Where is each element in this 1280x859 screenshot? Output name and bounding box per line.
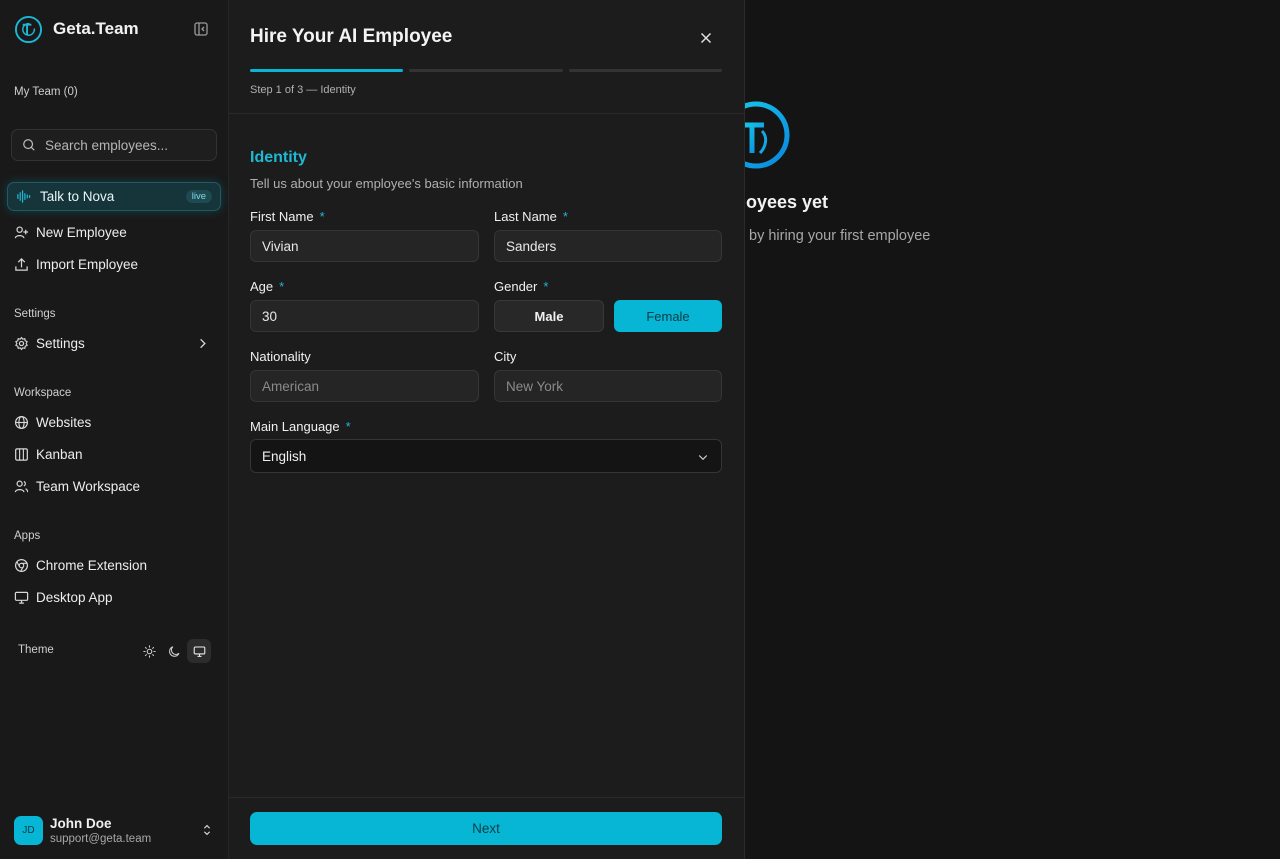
age-input[interactable] <box>250 300 479 332</box>
progress-step-2 <box>409 69 563 72</box>
talk-to-nova-label: Talk to Nova <box>40 189 115 204</box>
chevron-right-icon <box>200 338 206 349</box>
sidebar-item-kanban[interactable]: Kanban <box>14 443 214 465</box>
sidebar-item-desktop-app[interactable]: Desktop App <box>14 586 214 608</box>
user-name: John Doe <box>50 816 112 831</box>
city-label: City <box>494 349 517 364</box>
last-name-label: Last Name * <box>494 209 568 224</box>
main-language-label: Main Language * <box>250 419 351 434</box>
brand-name: Geta.Team <box>53 19 139 38</box>
progress-step-3 <box>568 69 722 72</box>
upload-icon <box>15 257 28 271</box>
step-indicator: Step 1 of 3 — Identity <box>250 84 356 96</box>
moon-icon <box>168 645 179 657</box>
new-employee-button[interactable]: New Employee <box>14 221 214 243</box>
gender-male-button[interactable]: Male <box>494 300 604 332</box>
my-team-label[interactable]: My Team (0) <box>14 86 78 98</box>
theme-label: Theme <box>18 644 54 656</box>
employee-search[interactable] <box>11 129 217 161</box>
modal-title: Hire Your AI Employee <box>250 26 453 47</box>
monitor-icon <box>14 591 29 604</box>
section-title: Identity <box>250 149 307 166</box>
talk-to-nova-button[interactable]: Talk to Nova live <box>7 182 221 211</box>
websites-label: Websites <box>36 414 92 430</box>
close-icon[interactable] <box>698 30 714 46</box>
chevron-down-icon <box>698 455 708 461</box>
monitor-icon <box>193 646 205 657</box>
user-email: support@geta.team <box>50 833 152 845</box>
sidebar-item-chrome-extension[interactable]: Chrome Extension <box>14 554 214 576</box>
apps-section-label: Apps <box>14 530 41 542</box>
brand[interactable]: Geta.Team <box>14 14 139 44</box>
team-workspace-label: Team Workspace <box>36 478 141 494</box>
geta-logo-icon <box>14 15 43 43</box>
first-name-input[interactable] <box>250 230 479 262</box>
last-name-input[interactable] <box>494 230 722 262</box>
desktop-app-label: Desktop App <box>36 589 113 605</box>
main-language-value: English <box>262 448 307 464</box>
empty-state-title: loyees yet <box>741 192 829 212</box>
audio-wave-icon <box>17 190 31 203</box>
avatar: JD <box>14 816 43 845</box>
chevrons-up-down-icon[interactable] <box>200 823 214 837</box>
new-employee-label: New Employee <box>36 224 127 240</box>
sun-icon <box>142 644 156 658</box>
hire-employee-modal: Hire Your AI Employee Step 1 of 3 — Iden… <box>229 0 745 859</box>
sidebar: Geta.Team My Team (0) Talk to Nova live <box>0 0 229 859</box>
age-label: Age * <box>250 279 285 294</box>
first-name-label: First Name * <box>250 209 325 224</box>
empty-state-subtitle: by hiring your first employee <box>749 228 931 244</box>
kanban-label: Kanban <box>36 446 83 462</box>
section-description: Tell us about your employee's basic info… <box>250 176 523 191</box>
settings-label: Settings <box>36 335 85 351</box>
progress-step-1 <box>250 69 404 72</box>
workspace-section-label: Workspace <box>14 387 72 399</box>
gender-female-button[interactable]: Female <box>614 300 722 332</box>
next-button[interactable]: Next <box>250 812 722 845</box>
sidebar-item-websites[interactable]: Websites <box>14 411 214 433</box>
sidebar-item-team-workspace[interactable]: Team Workspace <box>14 475 214 497</box>
import-employee-label: Import Employee <box>36 256 139 272</box>
theme-dark-button[interactable] <box>162 639 186 663</box>
user-plus-icon <box>14 225 29 238</box>
sidebar-item-settings[interactable]: Settings <box>14 332 214 354</box>
main-language-select[interactable]: English <box>250 439 722 473</box>
nationality-input[interactable] <box>250 370 479 402</box>
globe-icon <box>14 415 29 429</box>
users-icon <box>14 480 29 492</box>
gear-icon <box>15 336 28 350</box>
search-input[interactable] <box>45 137 205 153</box>
live-badge: live <box>185 190 212 203</box>
import-employee-button[interactable]: Import Employee <box>14 253 214 275</box>
sidebar-collapse-icon[interactable] <box>193 21 209 37</box>
chrome-extension-label: Chrome Extension <box>36 557 148 573</box>
chrome-icon <box>14 558 29 572</box>
gender-label: Gender * <box>494 279 549 294</box>
city-input[interactable] <box>494 370 722 402</box>
search-icon <box>23 139 35 151</box>
theme-switcher: Theme <box>18 638 212 664</box>
settings-section-label: Settings <box>14 308 56 320</box>
theme-system-button[interactable] <box>187 639 211 663</box>
user-menu[interactable]: JD John Doe support@geta.team <box>14 814 214 846</box>
kanban-icon <box>15 447 28 461</box>
nationality-label: Nationality <box>250 349 311 364</box>
step-progress <box>250 69 722 73</box>
footer-divider <box>229 797 745 798</box>
header-divider <box>229 113 745 114</box>
theme-light-button[interactable] <box>137 639 161 663</box>
